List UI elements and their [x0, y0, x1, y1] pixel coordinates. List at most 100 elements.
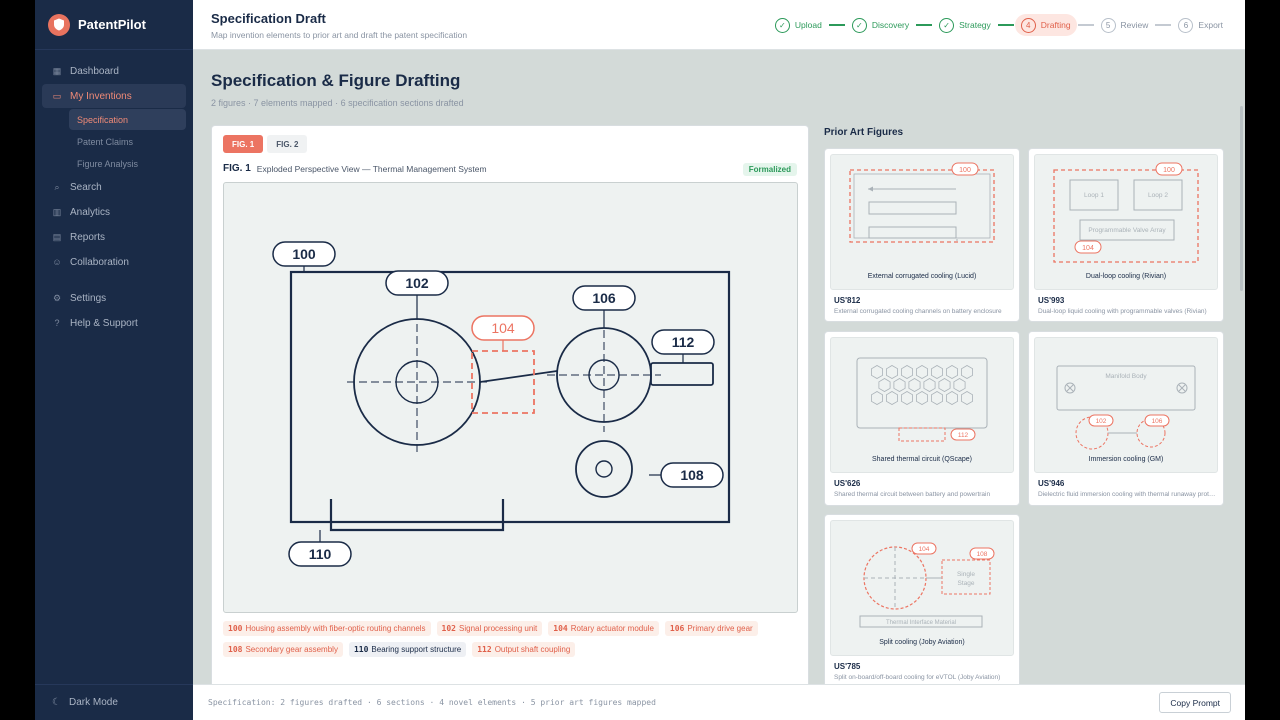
step-strategy[interactable]: ✓ Strategy: [933, 14, 997, 36]
patent-description: Shared thermal circuit between battery a…: [834, 491, 991, 498]
prior-art-caption: Immersion cooling (GM): [1088, 456, 1164, 463]
step-label: Review: [1120, 20, 1149, 30]
hex-cell: [923, 378, 936, 392]
document-icon: ▤: [52, 231, 62, 242]
hex-cell: [916, 365, 928, 379]
prior-art-caption: Split cooling (Joby Aviation): [879, 639, 965, 646]
tag-label: 112: [958, 432, 969, 439]
sidebar-item-label: Settings: [70, 292, 107, 304]
tag-label: 100: [1163, 167, 1175, 174]
hex-cell: [901, 365, 913, 379]
step-export[interactable]: 6 Export: [1172, 14, 1229, 36]
sidebar-item-analytics[interactable]: ▥ Analytics: [42, 200, 186, 224]
sidebar-item-my-inventions[interactable]: ▭ My Inventions: [42, 84, 186, 108]
tab-fig-1[interactable]: FIG. 1: [223, 135, 264, 153]
hex-cell: [871, 365, 883, 379]
legend-num: 110: [353, 645, 369, 654]
page-subtitle: 2 figures · 7 elements mapped · 6 specif…: [211, 98, 464, 108]
figure-canvas[interactable]: 100 102 104 106 108 110 112: [223, 182, 798, 613]
sidebar-item-label: My Inventions: [70, 90, 132, 102]
prior-art-card[interactable]: Loop 1 Loop 2 Programmable Valve Array 1…: [1028, 148, 1224, 322]
legend-text: Rotary actuator module: [570, 624, 654, 633]
step-review[interactable]: 5 Review: [1095, 14, 1155, 36]
figure-caption: Exploded Perspective View — Thermal Mana…: [256, 163, 487, 174]
output-shaft-112: [650, 362, 714, 386]
legend-chip-112[interactable]: 112 Output shaft coupling: [472, 642, 576, 657]
step-label: Upload: [794, 20, 822, 30]
prior-art-card[interactable]: Single Stage Thermal Interface Material …: [824, 514, 1020, 684]
step-drafting[interactable]: 4 Drafting: [1014, 14, 1077, 36]
legend-num: 112: [477, 645, 492, 654]
sidebar-item-label: Search: [70, 181, 102, 193]
step-number: 6: [1178, 17, 1194, 33]
scrollbar[interactable]: [1240, 106, 1243, 291]
prior-art-thumbnail: 112 Shared thermal circuit (QScape): [830, 337, 1014, 473]
dark-mode-toggle[interactable]: ☾ Dark Mode: [35, 684, 193, 720]
prior-art-card[interactable]: Manifold Body 102 106 Immersion cooling …: [1028, 331, 1224, 506]
page-title: Specification & Figure Drafting: [211, 71, 461, 90]
sidebar-item-collaboration[interactable]: ☺ Collaboration: [42, 250, 186, 274]
hex-cell: [960, 391, 974, 405]
drive-belt: [479, 370, 558, 383]
shield-logo-icon: [48, 13, 70, 36]
step-connector: [828, 24, 845, 26]
users-icon: ☺: [52, 257, 62, 267]
hex-cell: [931, 365, 943, 379]
prior-art-caption: Shared thermal circuit (QScape): [872, 456, 972, 463]
check-icon: ✓: [774, 17, 790, 33]
hex-cell: [960, 365, 974, 379]
step-discovery[interactable]: ✓ Discovery: [846, 14, 915, 36]
box-label: Programmable Valve Array: [1088, 227, 1166, 234]
legend-chip-108[interactable]: 108 Secondary gear assembly: [223, 642, 343, 657]
prior-art-card[interactable]: 112 Shared thermal circuit (QScape) US'6…: [824, 331, 1020, 506]
prior-art-drawing: Single Stage Thermal Interface Material …: [859, 542, 995, 628]
ref-label-108: 108: [680, 467, 704, 483]
tag-label: 106: [1152, 418, 1163, 425]
sidebar-nav: ▦ Dashboard ▭ My Inventions Specificatio…: [35, 50, 193, 335]
tag-label: 104: [919, 546, 930, 553]
figure-card: FIG. 1 FIG. 2 FIG. 1 Exploded Perspectiv…: [211, 125, 809, 684]
sidebar-subitem-specification[interactable]: Specification: [69, 109, 186, 130]
app-window: PatentPilot ▦ Dashboard ▭ My Inventions …: [35, 0, 1245, 720]
sidebar-item-settings[interactable]: ⚙ Settings: [42, 286, 186, 310]
sidebar-item-reports[interactable]: ▤ Reports: [42, 225, 186, 249]
brand-name: PatentPilot: [78, 17, 146, 32]
legend-num: 102: [441, 624, 456, 633]
patent-id: US'946: [1038, 479, 1065, 488]
prior-art-drawing: 100: [849, 162, 995, 243]
patent-id: US'812: [834, 296, 861, 305]
status-badge: Formalized: [742, 163, 797, 176]
step-connector: [916, 24, 933, 26]
sidebar-item-dashboard[interactable]: ▦ Dashboard: [42, 59, 186, 83]
legend-text: Housing assembly with fiber-optic routin…: [245, 624, 426, 633]
sidebar-subitem-figure-analysis[interactable]: Figure Analysis: [69, 153, 186, 174]
sidebar-subitem-patent-claims[interactable]: Patent Claims: [69, 131, 186, 152]
tag-label: 104: [1082, 245, 1094, 252]
legend-chip-100[interactable]: 100 Housing assembly with fiber-optic rou…: [223, 621, 431, 636]
gear-108: [575, 440, 633, 498]
legend-text: Primary drive gear: [687, 624, 753, 633]
box-label: Loop 2: [1148, 192, 1168, 199]
sidebar-item-help[interactable]: ? Help & Support: [42, 311, 186, 335]
legend-chip-104[interactable]: 104 Rotary actuator module: [548, 621, 659, 636]
prior-art-card[interactable]: 100 External corrugated cooling (Lucid) …: [824, 148, 1020, 322]
step-label: Drafting: [1040, 20, 1071, 30]
gear-icon: ⚙: [52, 292, 62, 303]
hex-cell: [901, 391, 913, 405]
copy-prompt-button[interactable]: Copy Prompt: [1159, 692, 1231, 713]
step-upload[interactable]: ✓ Upload: [769, 14, 828, 36]
hex-cell: [946, 391, 958, 405]
sidebar-item-search[interactable]: ⌕ Search: [42, 175, 186, 199]
legend-chip-110[interactable]: 110 Bearing support structure: [348, 642, 467, 657]
brand[interactable]: PatentPilot: [35, 0, 193, 50]
figure-tabs: FIG. 1 FIG. 2: [223, 135, 311, 153]
sidebar-item-label: Help & Support: [70, 317, 138, 329]
ref-label-106: 106: [592, 290, 616, 306]
legend-chip-102[interactable]: 102 Signal processing unit: [436, 621, 543, 636]
box-label: Loop 1: [1084, 192, 1104, 199]
legend-chip-106[interactable]: 106 Primary drive gear: [664, 621, 758, 636]
search-icon: ⌕: [54, 181, 60, 192]
tab-fig-2[interactable]: FIG. 2: [267, 135, 308, 153]
hex-cell: [931, 391, 943, 405]
sidebar-item-label: Dashboard: [70, 65, 119, 77]
